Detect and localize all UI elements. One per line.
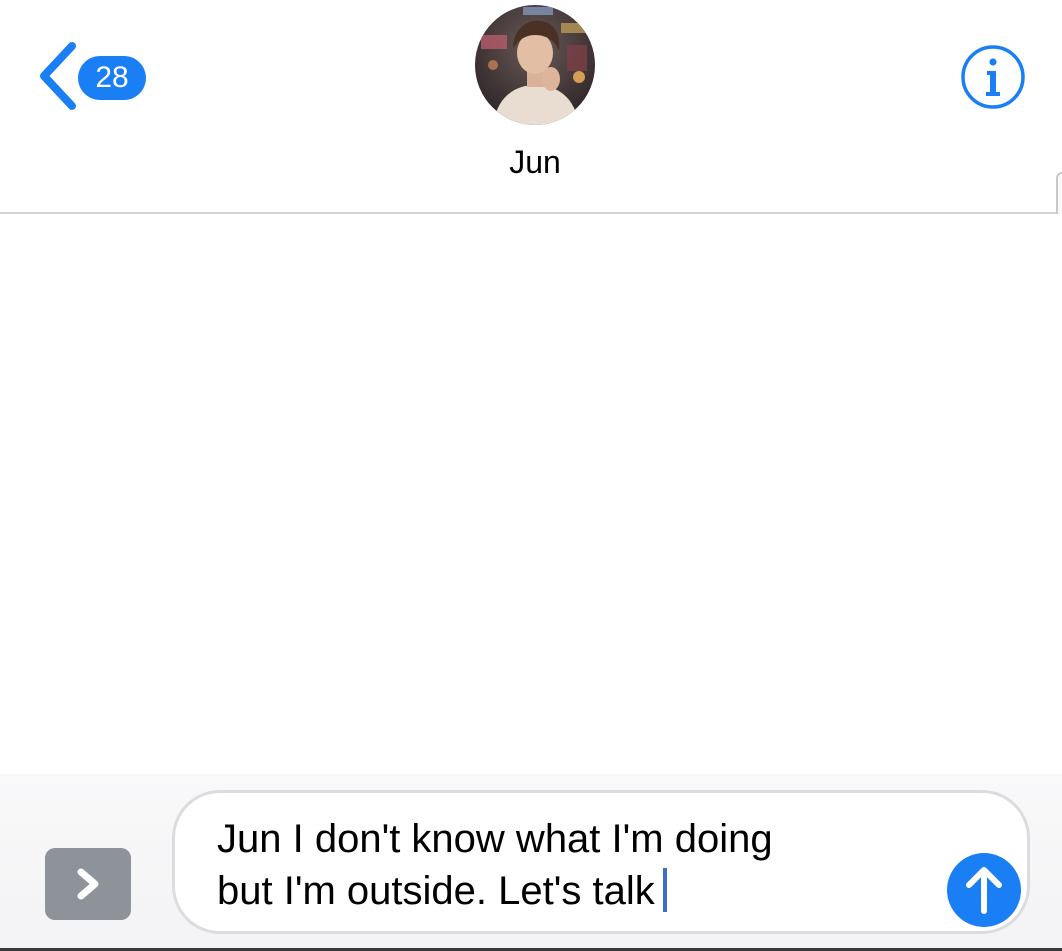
- message-list[interactable]: [0, 214, 1062, 774]
- message-input-text: Jun I don't know what I'm doing but I'm …: [217, 813, 917, 917]
- message-draft: Jun I don't know what I'm doing but I'm …: [217, 817, 773, 913]
- info-button[interactable]: [960, 44, 1026, 110]
- contact-name[interactable]: Jun: [431, 144, 639, 181]
- chevron-right-icon: [77, 868, 99, 900]
- info-icon: [961, 45, 1025, 109]
- messages-screen: 28 Jun Jun I don't know what I'm doing b…: [0, 0, 1062, 951]
- back-button[interactable]: 28: [36, 40, 156, 112]
- text-cursor: [662, 868, 667, 912]
- compose-bar: Jun I don't know what I'm doing but I'm …: [0, 774, 1062, 951]
- arrow-up-icon: [966, 867, 1002, 914]
- expand-apps-button[interactable]: [45, 848, 131, 920]
- send-button[interactable]: [947, 853, 1021, 927]
- chevron-left-icon: [40, 42, 76, 110]
- avatar[interactable]: [475, 5, 595, 125]
- unread-count-badge: 28: [78, 56, 146, 100]
- message-input[interactable]: Jun I don't know what I'm doing but I'm …: [172, 790, 1030, 934]
- conversation-header: 28 Jun: [0, 0, 1062, 214]
